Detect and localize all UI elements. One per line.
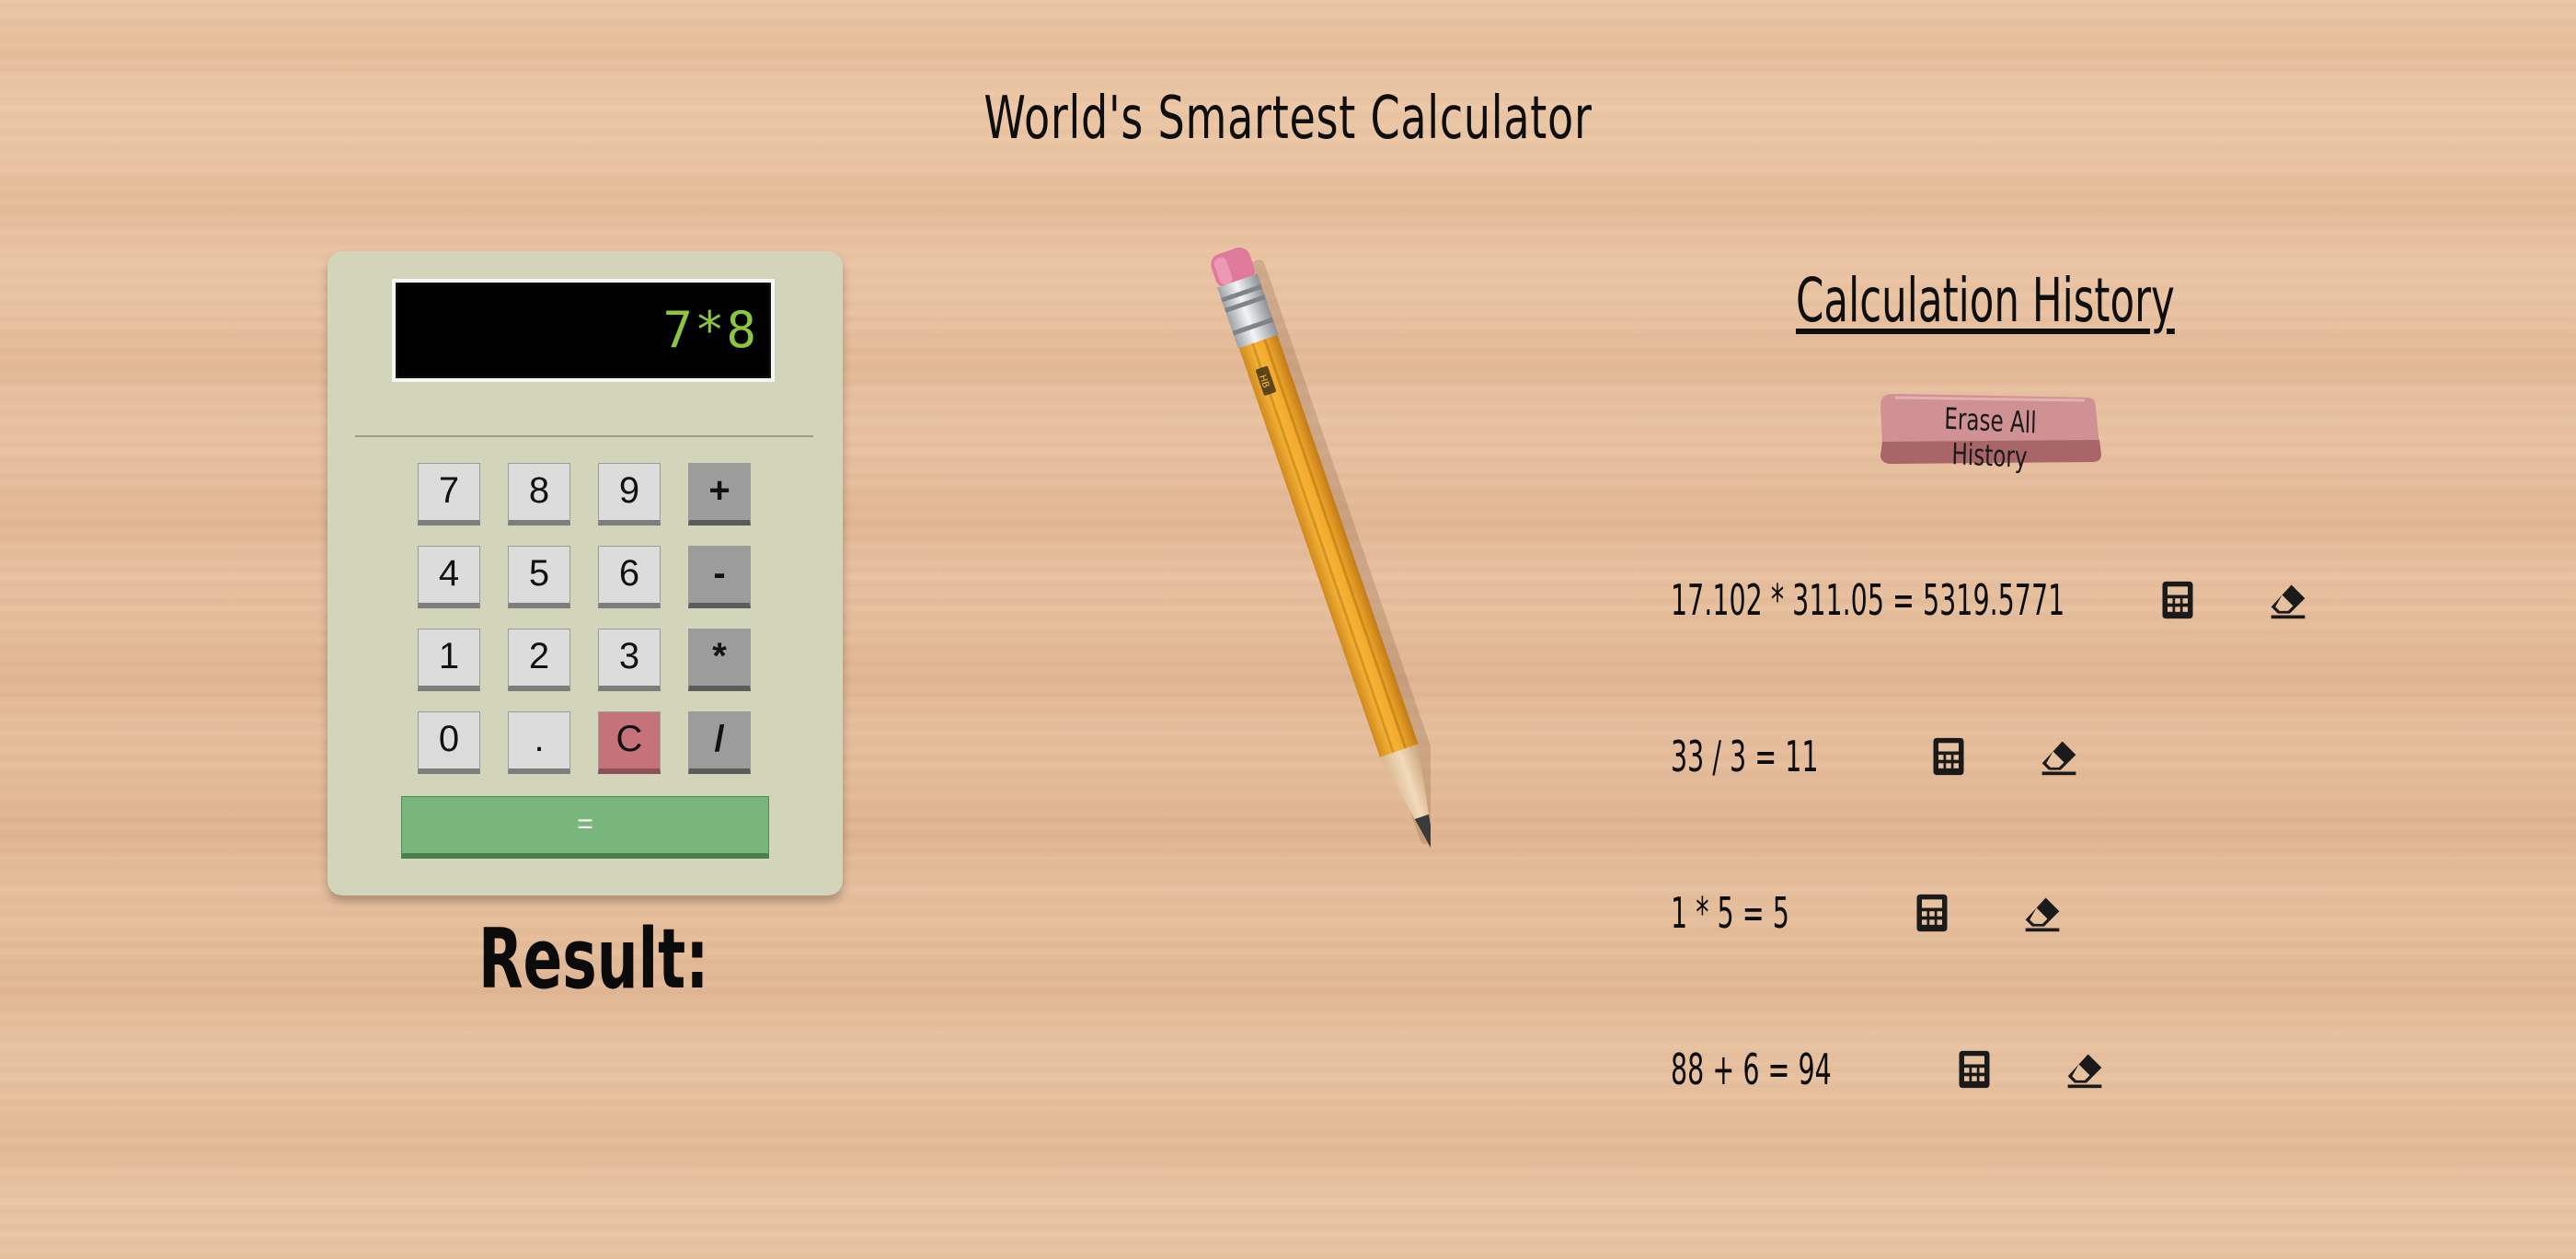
key-clear[interactable]: C — [598, 711, 661, 774]
eraser-icon[interactable] — [2268, 580, 2308, 620]
pencil-illustration: HB — [1155, 239, 1459, 902]
result-label: Result: — [478, 911, 709, 1008]
history-title: Calculation History — [1796, 265, 2175, 336]
history-item: 88 + 6 = 94 — [1671, 1042, 1930, 1097]
key-7[interactable]: 7 — [418, 463, 480, 526]
equals-button[interactable]: = — [401, 796, 769, 859]
eraser-icon[interactable] — [2039, 736, 2079, 777]
key-4[interactable]: 4 — [418, 546, 480, 608]
calculator: 7*8 7 8 9 + 4 5 6 - 1 2 3 * 0 . C / = — [328, 251, 843, 895]
calculator-icon[interactable] — [1954, 1049, 1995, 1090]
calculator-display: 7*8 — [392, 279, 775, 382]
eraser-icon[interactable] — [2022, 893, 2063, 933]
key-divide[interactable]: / — [688, 711, 751, 774]
key-1[interactable]: 1 — [418, 629, 480, 691]
erase-all-history-button[interactable]: Erase All History — [1877, 387, 2103, 475]
eraser-icon[interactable] — [2064, 1049, 2105, 1090]
key-2[interactable]: 2 — [508, 629, 570, 691]
calculator-icon[interactable] — [2157, 580, 2198, 620]
key-3[interactable]: 3 — [598, 629, 661, 691]
pencil-icon: HB — [1211, 247, 1459, 852]
history-item: 17.102 * 311.05 = 5319.5771 — [1671, 572, 2306, 628]
history-expression: 17.102 * 311.05 = 5319.5771 — [1671, 575, 2065, 625]
history-item: 33 / 3 = 11 — [1671, 729, 1909, 784]
key-plus[interactable]: + — [688, 463, 751, 526]
divider — [355, 435, 813, 437]
key-0[interactable]: 0 — [418, 711, 480, 774]
key-9[interactable]: 9 — [598, 463, 661, 526]
key-multiply[interactable]: * — [688, 629, 751, 691]
history-item: 1 * 5 = 5 — [1671, 885, 1862, 941]
key-5[interactable]: 5 — [508, 546, 570, 608]
history-expression: 33 / 3 = 11 — [1671, 732, 1819, 781]
calculator-icon[interactable] — [1912, 893, 1952, 933]
erase-all-label: Erase All History — [1943, 400, 2038, 475]
key-minus[interactable]: - — [688, 546, 751, 608]
history-expression: 88 + 6 = 94 — [1671, 1045, 1832, 1094]
history-expression: 1 * 5 = 5 — [1671, 888, 1789, 938]
key-decimal[interactable]: . — [508, 711, 570, 774]
key-6[interactable]: 6 — [598, 546, 661, 608]
calculator-icon[interactable] — [1928, 736, 1969, 777]
key-8[interactable]: 8 — [508, 463, 570, 526]
page-title: World's Smartest Calculator — [983, 85, 1593, 153]
